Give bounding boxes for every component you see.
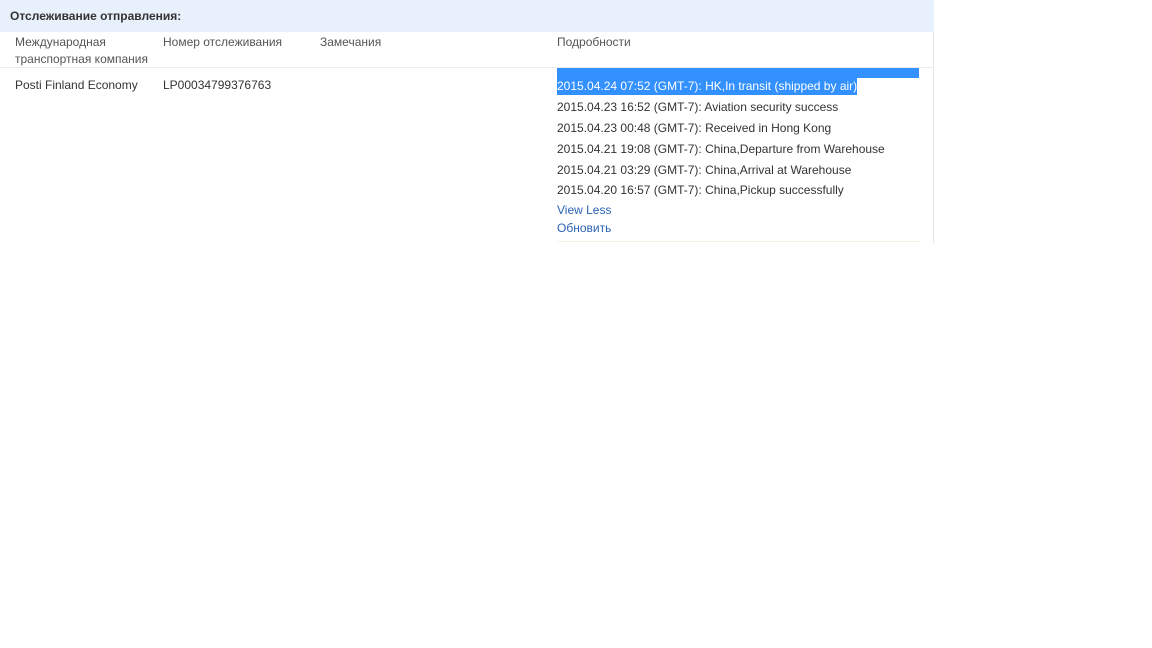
column-header-details: Подробности (557, 35, 631, 49)
tracking-event[interactable]: 2015.04.20 16:57 (GMT-7): China,Pickup s… (557, 181, 844, 199)
tracking-event[interactable]: 2015.04.23 00:48 (GMT-7): Received in Ho… (557, 119, 831, 137)
tracking-event[interactable]: 2015.04.21 03:29 (GMT-7): China,Arrival … (557, 161, 851, 179)
tracking-event[interactable]: 2015.04.24 07:52 (GMT-7): HK,In transit … (557, 77, 858, 95)
panel-header: Отслеживание отправления: (0, 0, 934, 32)
details-bottom-divider (557, 241, 919, 242)
column-header-notes: Замечания (320, 35, 382, 49)
carrier-name: Posti Finland Economy (15, 78, 138, 92)
view-less-link[interactable]: View Less (557, 202, 611, 218)
tracking-event[interactable]: 2015.04.23 16:52 (GMT-7): Aviation secur… (557, 98, 838, 116)
shipment-tracking-panel: Отслеживание отправления: Международная … (0, 0, 934, 243)
panel-title: Отслеживание отправления: (10, 9, 182, 23)
refresh-link[interactable]: Обновить (557, 220, 611, 236)
column-header-tracking-number: Номер отслеживания (163, 35, 283, 49)
tracking-event[interactable]: 2015.04.21 19:08 (GMT-7): China,Departur… (557, 140, 885, 158)
column-header-carrier: Международная транспортная компания (15, 35, 148, 66)
tracking-number[interactable]: LP00034799376763 (163, 78, 271, 92)
